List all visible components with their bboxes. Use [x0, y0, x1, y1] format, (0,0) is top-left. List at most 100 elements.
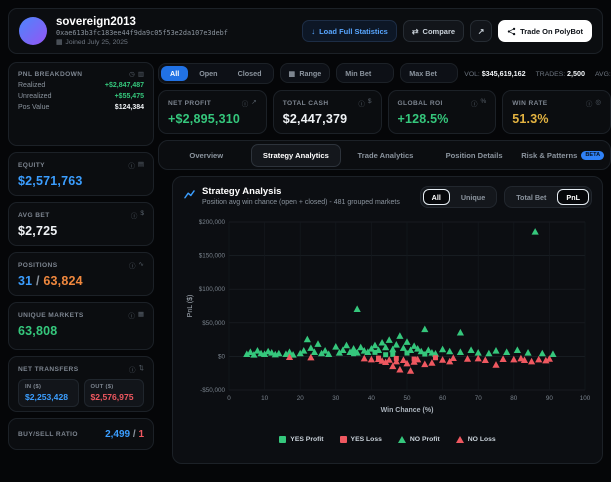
scatter-point[interactable] [354, 305, 361, 312]
scatter-point[interactable] [372, 350, 377, 355]
filter-closed[interactable]: Closed [229, 66, 271, 81]
clock-icon[interactable]: ◷ [129, 70, 135, 78]
scatter-point[interactable] [433, 355, 438, 360]
username: sovereign2013 [56, 16, 302, 29]
scatter-point[interactable] [368, 356, 375, 363]
scatter-point[interactable] [371, 342, 378, 349]
scatter-point[interactable] [393, 341, 400, 348]
scatter-point[interactable] [396, 332, 403, 339]
external-link-button[interactable]: ↗ [470, 20, 492, 42]
min-bet-input[interactable] [336, 63, 394, 83]
scatter-point[interactable] [343, 342, 350, 349]
toggle-unique[interactable]: Unique [452, 189, 494, 205]
scatter-point[interactable] [457, 348, 464, 355]
info-icon[interactable]: ⓘ [131, 210, 138, 220]
scatter-point[interactable] [524, 349, 531, 356]
toggle-total-bet[interactable]: Total Bet [507, 189, 555, 205]
scatter-point[interactable] [535, 356, 542, 363]
buy-sell-ratio-value: 2,499 / 1 [105, 429, 144, 440]
info-icon[interactable]: ⓘ [358, 98, 365, 108]
scatter-point[interactable] [450, 354, 457, 361]
scatter-point[interactable] [383, 352, 388, 357]
scatter-point[interactable] [407, 367, 414, 374]
tab-strategy-analytics[interactable]: Strategy Analytics [251, 144, 342, 167]
scatter-point[interactable] [405, 351, 410, 356]
equity-card: EQUITY ⓘ ▤ $2,571,763 [8, 152, 154, 196]
scatter-point[interactable] [332, 343, 339, 350]
scatter-point[interactable] [304, 336, 311, 343]
scatter-point[interactable] [376, 356, 381, 361]
scatter-point[interactable] [514, 346, 521, 353]
legend-no-loss: NO Loss [456, 436, 496, 443]
info-icon[interactable]: ⓘ [128, 160, 135, 170]
equity-title: EQUITY [18, 162, 45, 169]
scatter-point[interactable] [378, 339, 385, 346]
scatter-point[interactable] [532, 228, 539, 235]
scatter-point[interactable] [403, 338, 410, 345]
tab-risk-patterns[interactable]: Risk & Patterns BETA [518, 145, 607, 166]
bank-icon: ▤ [138, 160, 144, 170]
filter-all[interactable]: All [161, 66, 188, 81]
compare-button[interactable]: ⇄ Compare [403, 20, 464, 42]
metric-toggle-group: Total Bet PnL [504, 186, 592, 208]
load-full-statistics-button[interactable]: ↓ Load Full Statistics [302, 20, 397, 42]
info-icon[interactable]: ⓘ [586, 98, 593, 108]
scatter-point[interactable] [492, 361, 499, 368]
scatter-point[interactable] [503, 348, 510, 355]
scatter-point[interactable] [314, 340, 321, 347]
info-icon[interactable]: ⓘ [129, 364, 136, 374]
toggle-all[interactable]: All [423, 189, 450, 205]
tab-position-details[interactable]: Position Details [430, 145, 519, 166]
legend-no-profit: NO Profit [398, 436, 440, 443]
y-tick-label: $100,000 [199, 286, 226, 293]
wallet-address[interactable]: 0xae613b3fc183ee44f9da9c05f53e2da107e3de… [56, 29, 302, 38]
scatter-chart[interactable]: $200,000$150,000$100,000$50,000$0-$50,00… [183, 212, 592, 435]
scatter-point[interactable] [307, 344, 314, 351]
scatter-point[interactable] [361, 355, 368, 362]
scatter-point[interactable] [351, 351, 356, 356]
scatter-point[interactable] [482, 356, 489, 363]
scatter-point[interactable] [412, 357, 417, 362]
scatter-point[interactable] [528, 358, 535, 365]
scatter-point[interactable] [475, 349, 482, 356]
range-button[interactable]: ▦ Range [280, 63, 331, 83]
tab-overview[interactable]: Overview [162, 145, 251, 166]
pnl-row-realized: Realized +$2,847,487 [18, 82, 144, 89]
info-icon[interactable]: ⓘ [471, 98, 478, 108]
scatter-point[interactable] [421, 360, 428, 367]
scatter-point[interactable] [539, 350, 546, 357]
scatter-point[interactable] [457, 329, 464, 336]
scatter-point[interactable] [439, 356, 446, 363]
scatter-point[interactable] [475, 355, 482, 362]
filter-open[interactable]: Open [190, 66, 226, 81]
scatter-point[interactable] [396, 366, 403, 373]
scatter-point[interactable] [446, 348, 453, 355]
scatter-point[interactable] [394, 356, 399, 361]
scatter-point[interactable] [485, 350, 492, 357]
y-tick-label: -$50,000 [200, 387, 225, 394]
tab-trade-analytics[interactable]: Trade Analytics [341, 145, 430, 166]
avg-bet-title: AVG BET [18, 212, 50, 219]
bar-chart-icon[interactable]: ▥ [138, 70, 144, 78]
scatter-plot[interactable]: $200,000$150,000$100,000$50,000$0-$50,00… [183, 212, 594, 430]
scatter-point[interactable] [510, 356, 517, 363]
info-icon[interactable]: ⓘ [242, 98, 249, 108]
scatter-point[interactable] [400, 344, 407, 351]
scatter-point[interactable] [386, 336, 393, 343]
scatter-point[interactable] [549, 350, 556, 357]
chart-legend: YES Profit YES Loss NO Profit NO Loss [183, 436, 592, 443]
net-profit-value: +$2,895,310 [168, 112, 257, 126]
global-roi-card: GLOBAL ROI ⓘ% +128.5% [388, 90, 497, 134]
toggle-pnl[interactable]: PnL [557, 189, 589, 205]
trade-on-polybot-button[interactable]: Trade On PolyBot [498, 20, 592, 42]
scatter-point[interactable] [439, 346, 446, 353]
info-icon[interactable]: ⓘ [129, 260, 136, 270]
scatter-point[interactable] [421, 326, 428, 333]
scatter-point[interactable] [492, 347, 499, 354]
info-icon[interactable]: ⓘ [128, 310, 135, 320]
max-bet-input[interactable] [400, 63, 458, 83]
scatter-point[interactable] [350, 345, 357, 352]
scatter-point[interactable] [422, 352, 427, 357]
scatter-point[interactable] [300, 347, 307, 354]
scatter-point[interactable] [467, 346, 474, 353]
